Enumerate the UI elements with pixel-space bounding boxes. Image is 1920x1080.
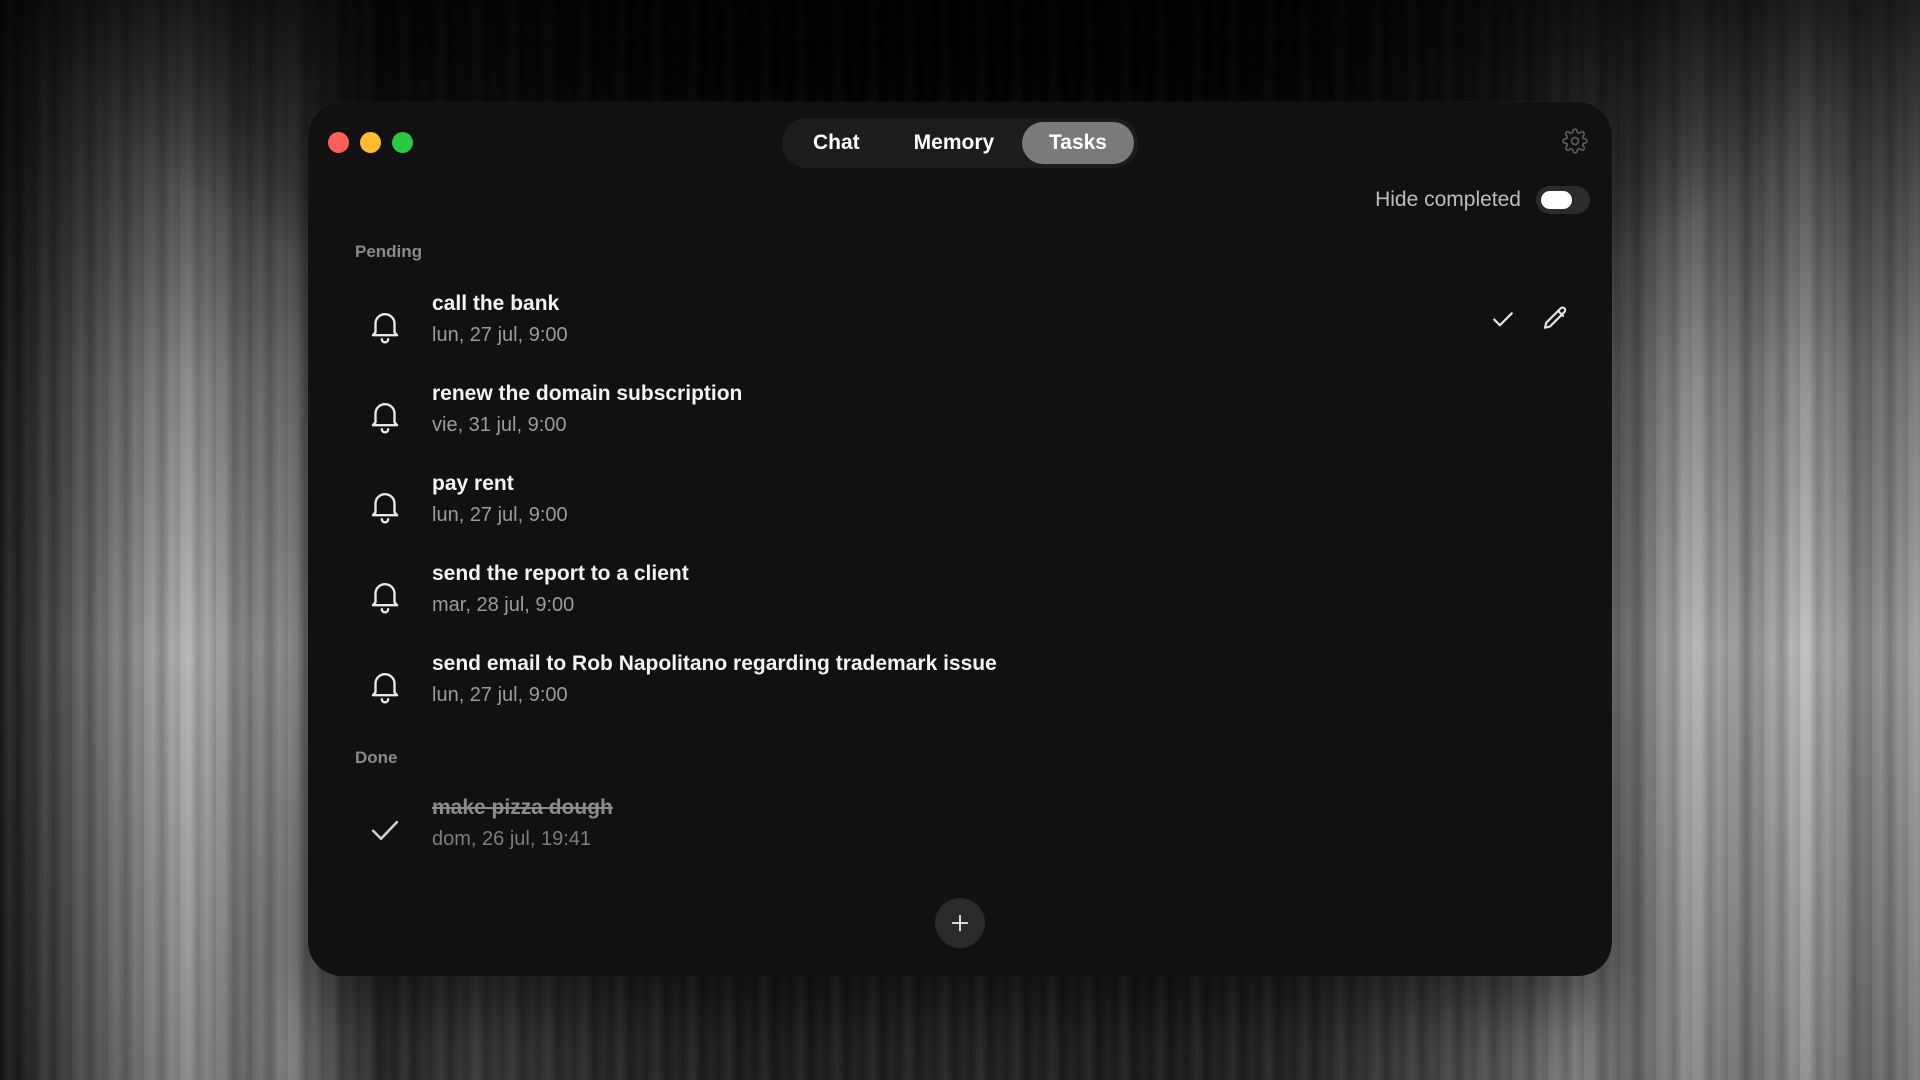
add-task-button[interactable] [935,898,985,948]
task-date: vie, 31 jul, 9:00 [432,414,567,436]
zoom-button[interactable] [392,132,413,153]
task-row[interactable]: send email to Rob Napolitano regarding t… [348,644,1570,724]
task-row[interactable]: renew the domain subscription vie, 31 ju… [348,374,1570,454]
close-button[interactable] [328,132,349,153]
task-title: send email to Rob Napolitano regarding t… [432,652,997,675]
hide-completed-toggle[interactable] [1536,186,1590,214]
task-actions [1488,304,1570,334]
tab-memory[interactable]: Memory [887,122,1022,164]
completed-task-row[interactable]: make pizza dough dom, 26 jul, 19:41 [348,788,1570,868]
toggle-knob [1541,191,1572,209]
pencil-icon[interactable] [1540,304,1570,334]
task-title: renew the domain subscription [432,382,743,405]
bell-icon [371,492,399,524]
task-row[interactable]: send the report to a client mar, 28 jul,… [348,554,1570,634]
hide-completed-label: Hide completed [1375,188,1521,211]
app-window: Chat Memory Tasks Hide completed Pending… [308,102,1612,976]
task-date: dom, 26 jul, 19:41 [432,828,591,850]
task-date: mar, 28 jul, 9:00 [432,594,575,616]
hide-completed-control: Hide completed [1375,186,1590,214]
tab-tasks[interactable]: Tasks [1022,122,1134,164]
task-title: pay rent [432,472,514,495]
task-date: lun, 27 jul, 9:00 [432,684,568,706]
task-row[interactable]: call the bank lun, 27 jul, 9:00 [348,284,1570,364]
bell-icon [371,312,399,344]
check-icon [371,820,399,840]
task-title: make pizza dough [432,796,613,819]
done-section-label: Done [355,748,398,767]
task-title: call the bank [432,292,560,315]
task-title: send the report to a client [432,562,689,585]
bell-icon [371,672,399,704]
bell-icon [371,582,399,614]
minimize-button[interactable] [360,132,381,153]
pending-section-label: Pending [355,242,423,261]
gear-icon[interactable] [1562,128,1588,154]
tab-chat[interactable]: Chat [786,122,887,164]
task-row[interactable]: pay rent lun, 27 jul, 9:00 [348,464,1570,544]
plus-icon [951,914,969,932]
bell-icon [371,402,399,434]
task-date: lun, 27 jul, 9:00 [432,504,568,526]
window-controls [328,132,413,153]
tab-bar: Chat Memory Tasks [782,118,1138,168]
task-date: lun, 27 jul, 9:00 [432,324,568,346]
check-icon[interactable] [1488,304,1518,334]
